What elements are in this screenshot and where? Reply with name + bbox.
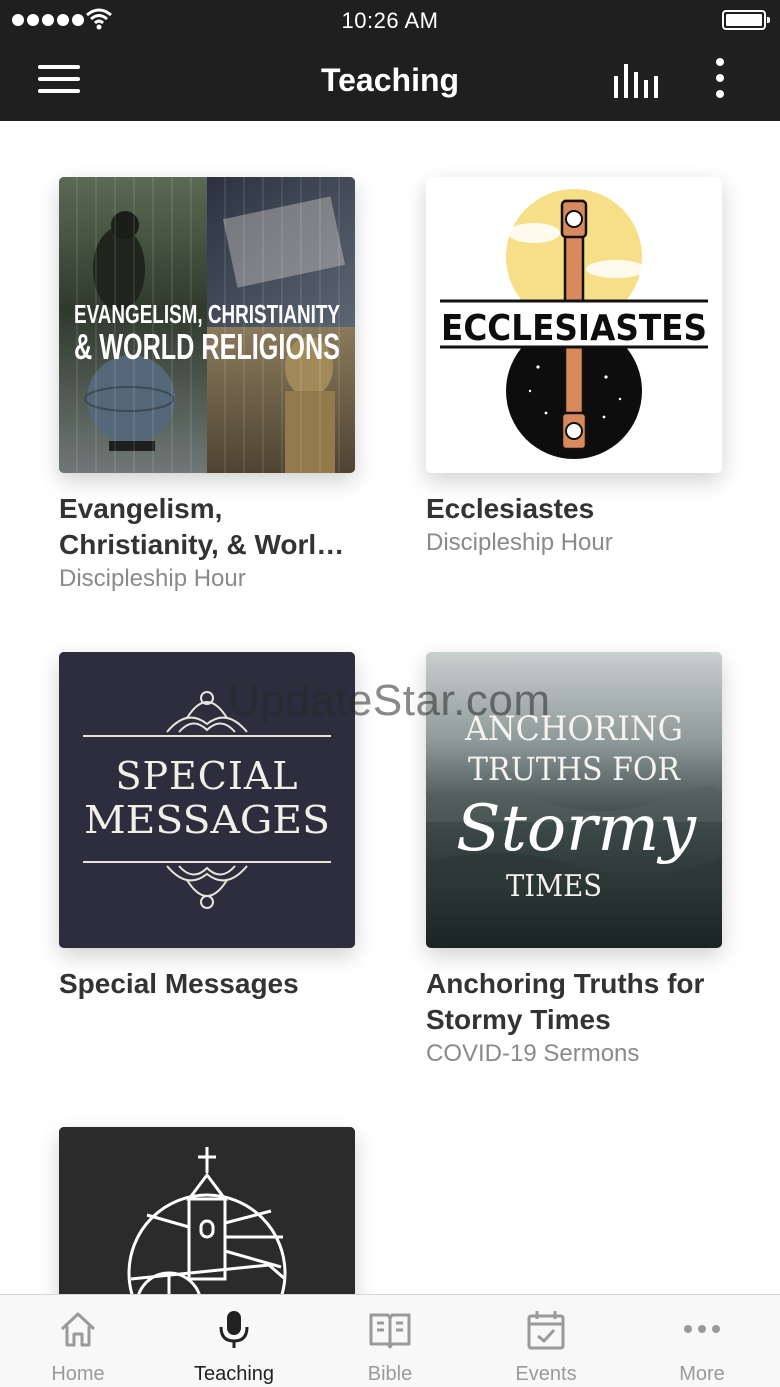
- series-card-special-messages[interactable]: SPECIAL MESSAGES Special Messages: [59, 652, 355, 1002]
- book-icon: [369, 1313, 411, 1349]
- calendar-icon: [527, 1311, 565, 1350]
- special-messages-artwork-image: SPECIAL MESSAGES: [59, 652, 355, 948]
- page-title: Teaching: [320, 62, 460, 98]
- anchoring-truths-artwork-image: ANCHORING TRUTHS FOR Stormy TIMES: [426, 652, 722, 948]
- series-artwork: ECCLESIASTES: [426, 177, 722, 473]
- overflow-menu-icon[interactable]: [708, 58, 732, 102]
- audio-bars-icon[interactable]: [612, 62, 660, 100]
- series-card-evangelism[interactable]: EVANGELISM, CHRISTIANITY & WORLD RELIGIO…: [59, 177, 355, 595]
- tab-bible[interactable]: Bible: [312, 1295, 468, 1387]
- tab-home[interactable]: Home: [0, 1295, 156, 1387]
- tab-label: Home: [51, 1363, 105, 1385]
- series-artwork: ANCHORING TRUTHS FOR Stormy TIMES: [426, 652, 722, 948]
- home-icon: [60, 1312, 96, 1347]
- artwork-text-line: ECCLESIASTES: [441, 308, 707, 349]
- series-subtitle: Discipleship Hour: [426, 529, 613, 556]
- artwork-text-line: MESSAGES: [84, 798, 330, 842]
- artwork-text-line: TRUTHS FOR: [468, 750, 681, 788]
- series-card-church[interactable]: [59, 1127, 355, 1294]
- battery-icon: [722, 10, 770, 30]
- series-subtitle: COVID-19 Sermons: [426, 1040, 640, 1067]
- status-time: 10:26 AM: [341, 8, 439, 33]
- nav-bar: Teaching: [0, 40, 780, 121]
- tab-label: Bible: [367, 1363, 413, 1385]
- series-card-ecclesiastes[interactable]: ECCLESIASTES Ecclesiastes Discipleship H…: [426, 177, 722, 559]
- artwork-text-line: ANCHORING: [464, 709, 683, 749]
- series-card-anchoring-truths[interactable]: ANCHORING TRUTHS FOR Stormy TIMES Anchor…: [426, 652, 722, 1070]
- ecclesiastes-artwork-image: ECCLESIASTES: [440, 189, 708, 459]
- tab-label: Events: [515, 1363, 577, 1385]
- status-bar: 10:26 AM: [0, 0, 780, 40]
- series-title: Special Messages: [59, 968, 299, 999]
- evangelism-artwork-image: EVANGELISM, CHRISTIANITY & WORLD RELIGIO…: [59, 177, 355, 473]
- tab-label: Teaching: [193, 1363, 275, 1385]
- tab-events[interactable]: Events: [468, 1295, 624, 1387]
- teaching-grid: EVANGELISM, CHRISTIANITY & WORLD RELIGIO…: [0, 121, 780, 1294]
- series-artwork: [59, 1127, 355, 1294]
- artwork-text-line: EVANGELISM, CHRISTIANITY: [74, 299, 340, 329]
- series-artwork: SPECIAL MESSAGES: [59, 652, 355, 948]
- series-artwork: EVANGELISM, CHRISTIANITY & WORLD RELIGIO…: [59, 177, 355, 473]
- tab-more[interactable]: More: [624, 1295, 780, 1387]
- artwork-text-line: TIMES: [506, 869, 602, 904]
- church-artwork-image: [59, 1127, 355, 1294]
- artwork-text-line: SPECIAL: [115, 754, 298, 798]
- artwork-text-line: & WORLD RELIGIONS: [74, 326, 340, 367]
- tab-label: More: [679, 1363, 725, 1385]
- series-title: Ecclesiastes: [426, 493, 595, 524]
- series-title: Evangelism, Christianity, & World Religi…: [59, 493, 334, 560]
- series-title: Anchoring Truths for Stormy Times: [426, 968, 705, 1035]
- more-icon: [684, 1325, 720, 1333]
- tab-bar: Home Teaching Bible Events More: [0, 1294, 780, 1387]
- tab-teaching[interactable]: Teaching: [156, 1295, 312, 1387]
- artwork-text-line: Stormy: [456, 792, 697, 866]
- series-subtitle: Discipleship Hour: [59, 565, 246, 592]
- microphone-icon: [219, 1311, 249, 1348]
